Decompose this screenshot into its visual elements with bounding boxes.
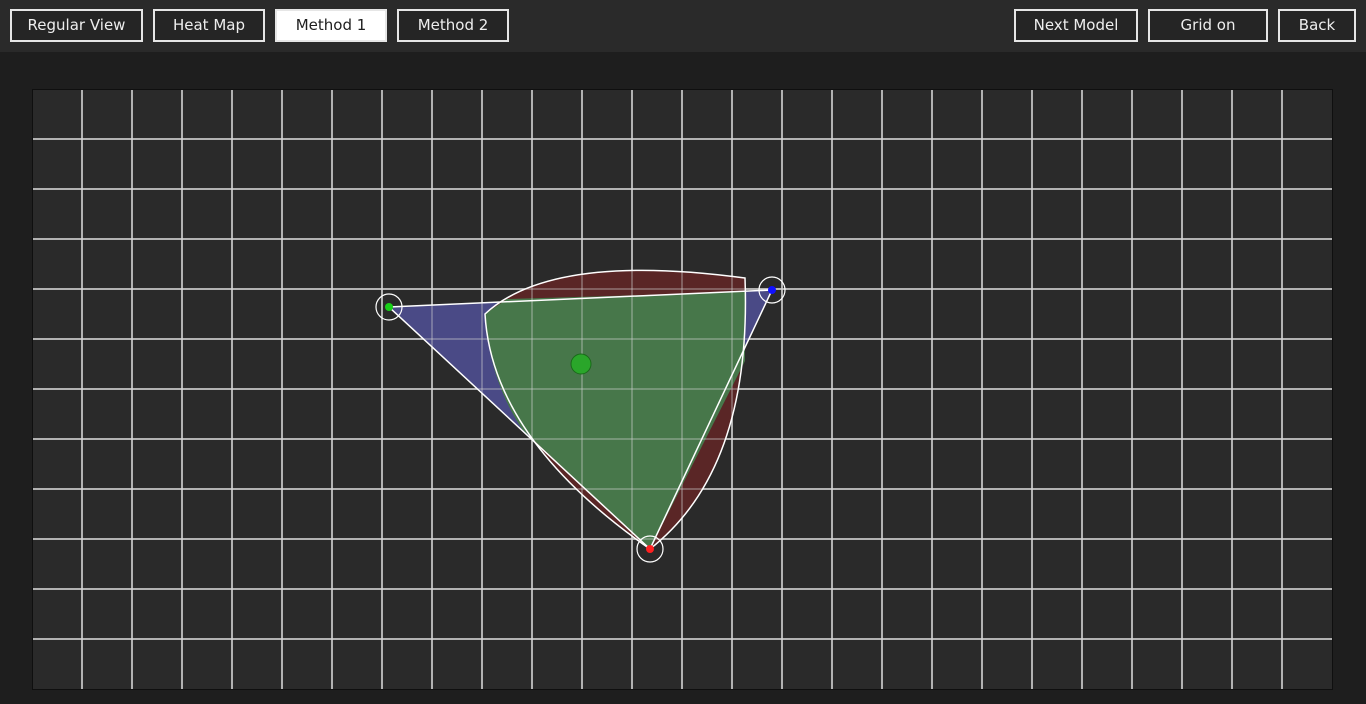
method-1-button[interactable]: Method 1 — [275, 9, 387, 42]
toolbar: Regular View Heat Map Method 1 Method 2 … — [0, 0, 1366, 52]
drawing-canvas[interactable] — [32, 89, 1334, 691]
heat-map-button[interactable]: Heat Map — [153, 9, 265, 42]
back-button[interactable]: Back — [1278, 9, 1356, 42]
regular-view-button[interactable]: Regular View — [10, 9, 143, 42]
next-model-button[interactable]: Next Model — [1014, 9, 1138, 42]
method-2-button[interactable]: Method 2 — [397, 9, 509, 42]
centroid-icon[interactable] — [570, 353, 592, 375]
grid-toggle-button[interactable]: Grid on — [1148, 9, 1268, 42]
